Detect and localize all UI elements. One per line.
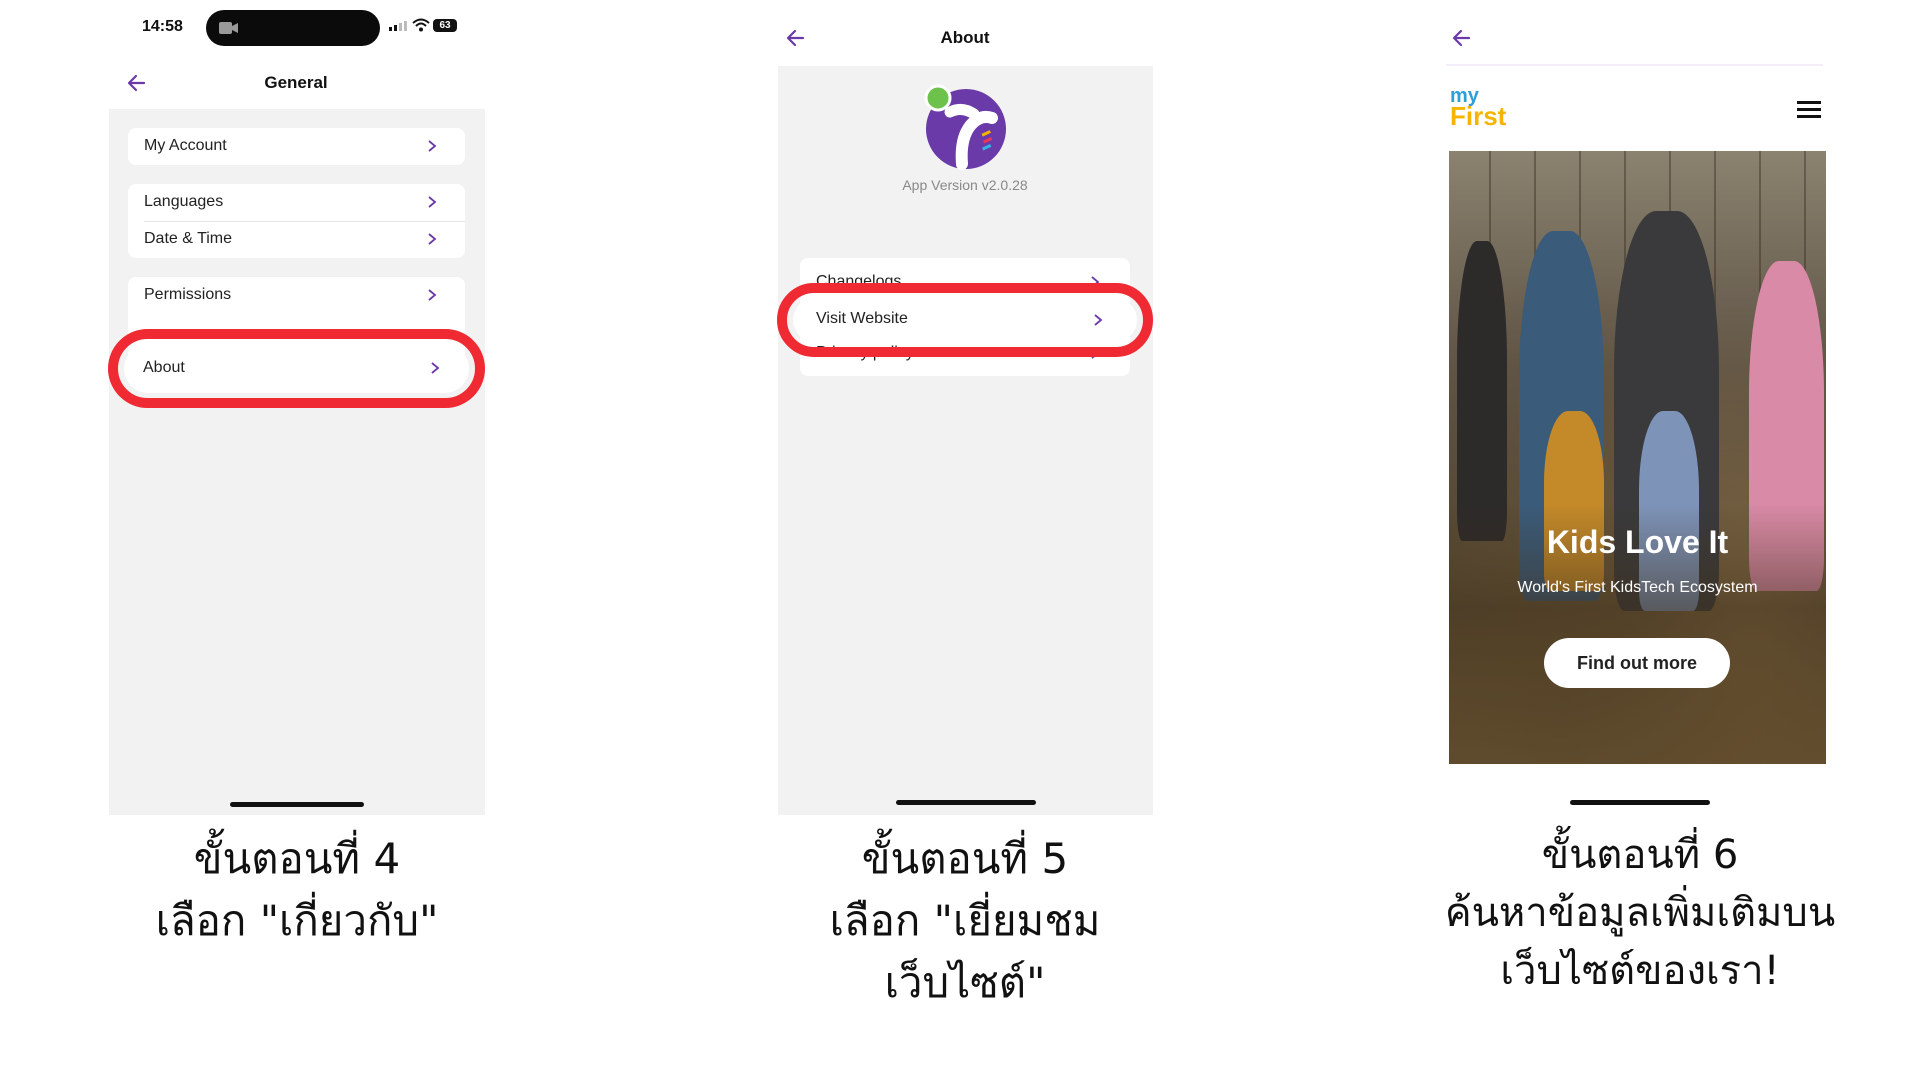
row-label: Date & Time: [144, 230, 233, 247]
chevron-right-icon: [428, 196, 437, 208]
caption-step: ขั้นตอนที่ 4: [193, 834, 401, 883]
step-caption: ขั้นตอนที่ 6 ค้นหาข้อมูลเพิ่มเติมบน เว็บ…: [1430, 826, 1850, 1000]
chevron-right-icon: [428, 289, 437, 301]
row-label: Languages: [144, 193, 224, 210]
camera-icon: [219, 22, 238, 34]
chevron-right-icon: [431, 362, 440, 374]
chevron-right-icon: [428, 233, 437, 245]
chevron-right-icon: [1094, 314, 1103, 326]
find-out-more-button[interactable]: Find out more: [1544, 638, 1730, 688]
row-about[interactable]: About: [124, 344, 469, 393]
site-header: my First: [1446, 64, 1823, 152]
row-label: Permissions: [144, 286, 232, 303]
step-caption: ขั้นตอนที่ 4 เลือก "เกี่ยวกับ": [100, 828, 494, 952]
row-permissions[interactable]: Permissions: [128, 277, 465, 314]
myfirst-logo[interactable]: my First: [1450, 86, 1507, 131]
row-label: About: [143, 359, 185, 376]
home-indicator[interactable]: [1570, 800, 1710, 805]
battery-icon: 63: [433, 19, 457, 32]
logo-bottom: First: [1450, 101, 1507, 131]
status-time: 14:58: [142, 18, 183, 35]
group-locale: Languages Date & Time: [128, 184, 465, 258]
hero-figure: [1457, 241, 1507, 541]
row-label: My Account: [144, 137, 227, 154]
row-my-account[interactable]: My Account: [128, 128, 465, 165]
group-account: My Account: [128, 128, 465, 165]
row-visit-website[interactable]: Visit Website: [793, 298, 1137, 342]
caption-instruction: เลือก "เยี่ยมชมเว็บไซต์": [829, 896, 1101, 1007]
hero-subtitle: World's First KidsTech Ecosystem: [1517, 579, 1758, 596]
app-version: App Version v2.0.28: [902, 177, 1028, 193]
caption-step: ขั้นตอนที่ 5: [861, 834, 1069, 883]
home-indicator[interactable]: [230, 802, 364, 807]
page-title: General: [264, 73, 328, 92]
app-logo-icon: [924, 84, 1006, 170]
hero-title: Kids Love It: [1546, 524, 1729, 560]
dynamic-island: [206, 10, 380, 46]
home-indicator[interactable]: [896, 800, 1036, 805]
wifi-icon: [412, 18, 430, 32]
back-arrow-icon[interactable]: [124, 70, 150, 96]
row-date-time[interactable]: Date & Time: [128, 221, 465, 258]
hero-banner: Kids Love It World's First KidsTech Ecos…: [1449, 151, 1826, 764]
back-arrow-icon[interactable]: [783, 25, 809, 51]
row-label: Visit Website: [816, 310, 908, 327]
page-title: About: [940, 28, 990, 47]
caption-instruction-cont: เว็บไซต์ของเรา!: [1500, 948, 1780, 994]
signal-icon: [389, 21, 407, 31]
step-caption: ขั้นตอนที่ 5 เลือก "เยี่ยมชมเว็บไซต์": [755, 828, 1175, 1014]
hamburger-menu-icon[interactable]: [1797, 99, 1821, 119]
caption-instruction: เลือก "เกี่ยวกับ": [155, 896, 439, 945]
caption-step: ขั้นตอนที่ 6: [1541, 832, 1739, 878]
battery-level: 63: [439, 20, 451, 31]
back-arrow-icon[interactable]: [1449, 25, 1475, 51]
chevron-right-icon: [428, 140, 437, 152]
row-languages[interactable]: Languages: [128, 184, 465, 221]
caption-instruction: ค้นหาข้อมูลเพิ่มเติมบน: [1444, 890, 1836, 936]
